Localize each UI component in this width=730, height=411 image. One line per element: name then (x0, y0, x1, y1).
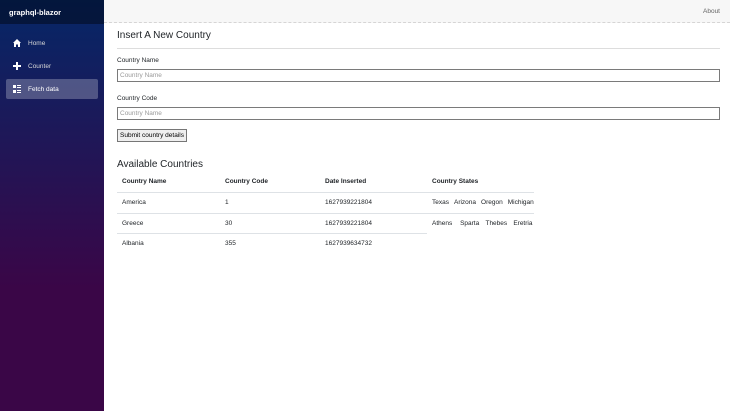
nav-item-counter[interactable]: Counter (6, 56, 98, 76)
main-content: Insert A New Country Country Name Countr… (117, 23, 720, 254)
top-row: About (104, 0, 730, 23)
cell-country-code: 355 (220, 233, 320, 254)
cell-country-name: America (117, 191, 220, 213)
cell-country-states: Texas Arizona Oregon Michigan (427, 191, 534, 213)
section-title: Available Countries (117, 159, 203, 170)
table-row: Greece 30 1627939221804 Athens Sparta Th… (117, 212, 534, 234)
cell-country-states: Athens Sparta Thebes Eretria (427, 212, 534, 234)
country-name-input[interactable] (117, 69, 720, 82)
state-item: Athens (432, 220, 453, 227)
header-date-inserted: Date Inserted (320, 172, 427, 193)
plus-icon (12, 62, 21, 71)
cell-country-states (427, 234, 534, 254)
state-item: Eretria (513, 220, 533, 227)
state-item: Texas (432, 199, 449, 206)
cell-date-inserted: 1627939221804 (320, 212, 427, 234)
brand-bar: graphql-blazor (0, 0, 104, 24)
list-icon (12, 85, 21, 94)
state-item: Sparta (460, 220, 480, 227)
header-country-code: Country Code (220, 172, 320, 193)
state-item: Arizona (453, 199, 477, 206)
sidebar: graphql-blazor Home Counter Fetch data (0, 0, 104, 411)
country-code-input[interactable] (117, 107, 720, 120)
states-table: Athens Sparta Thebes Eretria (427, 214, 534, 234)
countries-table: Country Name Country Code Date Inserted … (117, 172, 534, 254)
cell-country-code: 1 (220, 191, 320, 213)
country-code-label: Country Code (117, 95, 158, 102)
state-item: Michigan (507, 199, 534, 206)
cell-country-code: 30 (220, 212, 320, 234)
state-item: Thebes (485, 220, 508, 227)
states-table: Texas Arizona Oregon Michigan (427, 193, 534, 213)
table-row: America 1 1627939221804 Texas Arizona Or… (117, 191, 534, 213)
cell-country-name: Albania (117, 233, 220, 254)
page-title: Insert A New Country (117, 30, 211, 41)
header-country-states: Country States (427, 172, 534, 193)
divider (117, 48, 720, 49)
country-name-label: Country Name (117, 57, 159, 64)
nav-item-fetch-data[interactable]: Fetch data (6, 79, 98, 99)
nav-menu: Home Counter Fetch data (0, 24, 104, 99)
header-country-name: Country Name (117, 172, 220, 193)
table-row: Albania 355 1627939634732 (117, 233, 534, 254)
nav-item-label: Counter (28, 62, 52, 70)
submit-country-button[interactable]: Submit country details (117, 129, 187, 142)
brand-link[interactable]: graphql-blazor (9, 8, 61, 17)
cell-date-inserted: 1627939221804 (320, 191, 427, 213)
nav-item-label: Home (28, 39, 46, 47)
about-link[interactable]: About (703, 8, 720, 15)
state-item: Oregon (481, 199, 503, 206)
table-header-row: Country Name Country Code Date Inserted … (117, 172, 534, 193)
cell-country-name: Greece (117, 212, 220, 234)
home-icon (12, 39, 21, 48)
cell-date-inserted: 1627939634732 (320, 233, 427, 254)
nav-item-label: Fetch data (28, 85, 59, 93)
nav-item-home[interactable]: Home (6, 33, 98, 53)
